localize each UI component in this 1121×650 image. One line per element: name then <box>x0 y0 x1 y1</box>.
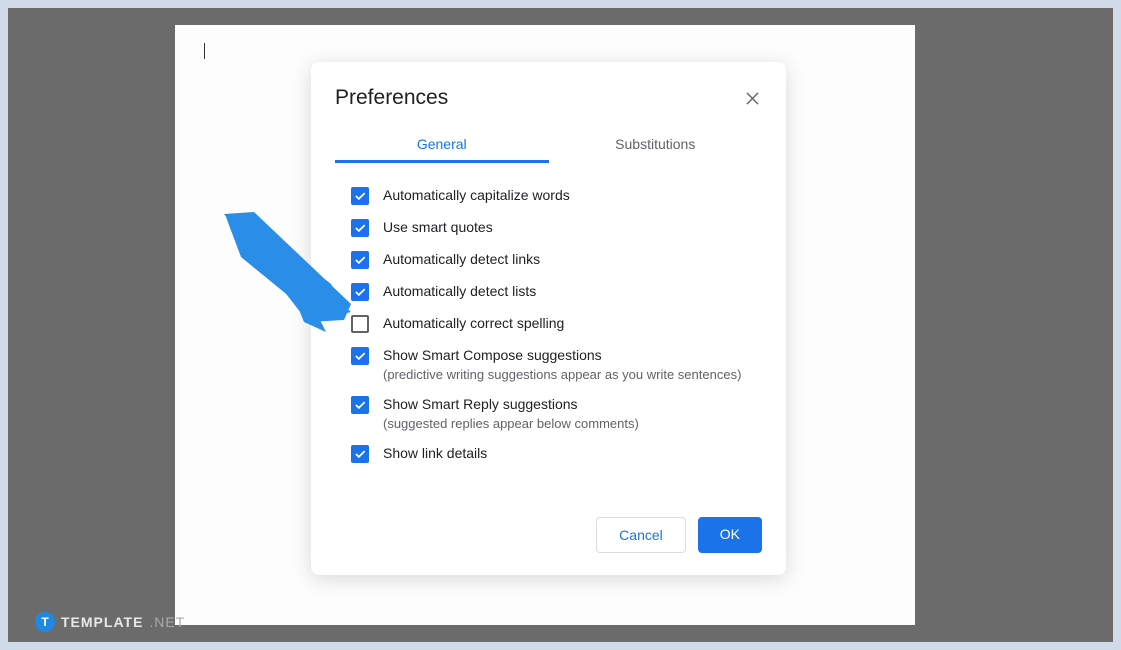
tabs: General Substitutions <box>311 128 786 163</box>
checkbox-detect-lists[interactable] <box>351 283 369 301</box>
close-icon[interactable] <box>742 88 762 108</box>
checkbox-auto-capitalize[interactable] <box>351 187 369 205</box>
checkbox-smart-reply[interactable] <box>351 396 369 414</box>
preferences-dialog: Preferences General Substitutions Automa… <box>311 62 786 575</box>
option-label: Show Smart Compose suggestions <box>383 347 741 363</box>
option-smart-quotes: Use smart quotes <box>351 219 746 237</box>
option-description: (suggested replies appear below comments… <box>383 416 639 431</box>
option-label: Show Smart Reply suggestions <box>383 396 639 412</box>
checkbox-smart-quotes[interactable] <box>351 219 369 237</box>
checkbox-smart-compose[interactable] <box>351 347 369 365</box>
option-label: Show link details <box>383 445 487 461</box>
tab-substitutions[interactable]: Substitutions <box>549 128 763 163</box>
option-smart-reply: Show Smart Reply suggestions (suggested … <box>351 396 746 431</box>
option-label: Automatically detect lists <box>383 283 536 299</box>
option-link-details: Show link details <box>351 445 746 463</box>
option-description: (predictive writing suggestions appear a… <box>383 367 741 382</box>
checkbox-link-details[interactable] <box>351 445 369 463</box>
options-list: Automatically capitalize words Use smart… <box>311 187 786 463</box>
option-label: Use smart quotes <box>383 219 493 235</box>
option-smart-compose: Show Smart Compose suggestions (predicti… <box>351 347 746 382</box>
ok-button[interactable]: OK <box>698 517 762 553</box>
cancel-button[interactable]: Cancel <box>596 517 686 553</box>
option-label: Automatically correct spelling <box>383 315 564 331</box>
watermark-suffix: .NET <box>149 614 185 630</box>
option-detect-links: Automatically detect links <box>351 251 746 269</box>
option-detect-lists: Automatically detect lists <box>351 283 746 301</box>
dialog-header: Preferences <box>311 86 786 128</box>
option-label: Automatically detect links <box>383 251 540 267</box>
dialog-title: Preferences <box>335 86 448 110</box>
text-cursor <box>204 43 205 59</box>
checkbox-correct-spelling[interactable] <box>351 315 369 333</box>
option-correct-spelling: Automatically correct spelling <box>351 315 746 333</box>
dialog-buttons: Cancel OK <box>311 477 786 553</box>
option-auto-capitalize: Automatically capitalize words <box>351 187 746 205</box>
option-label: Automatically capitalize words <box>383 187 570 203</box>
watermark-icon: T <box>35 612 55 632</box>
watermark: T TEMPLATE .NET <box>35 612 185 632</box>
tab-general[interactable]: General <box>335 128 549 163</box>
watermark-brand: TEMPLATE <box>61 614 143 630</box>
checkbox-detect-links[interactable] <box>351 251 369 269</box>
